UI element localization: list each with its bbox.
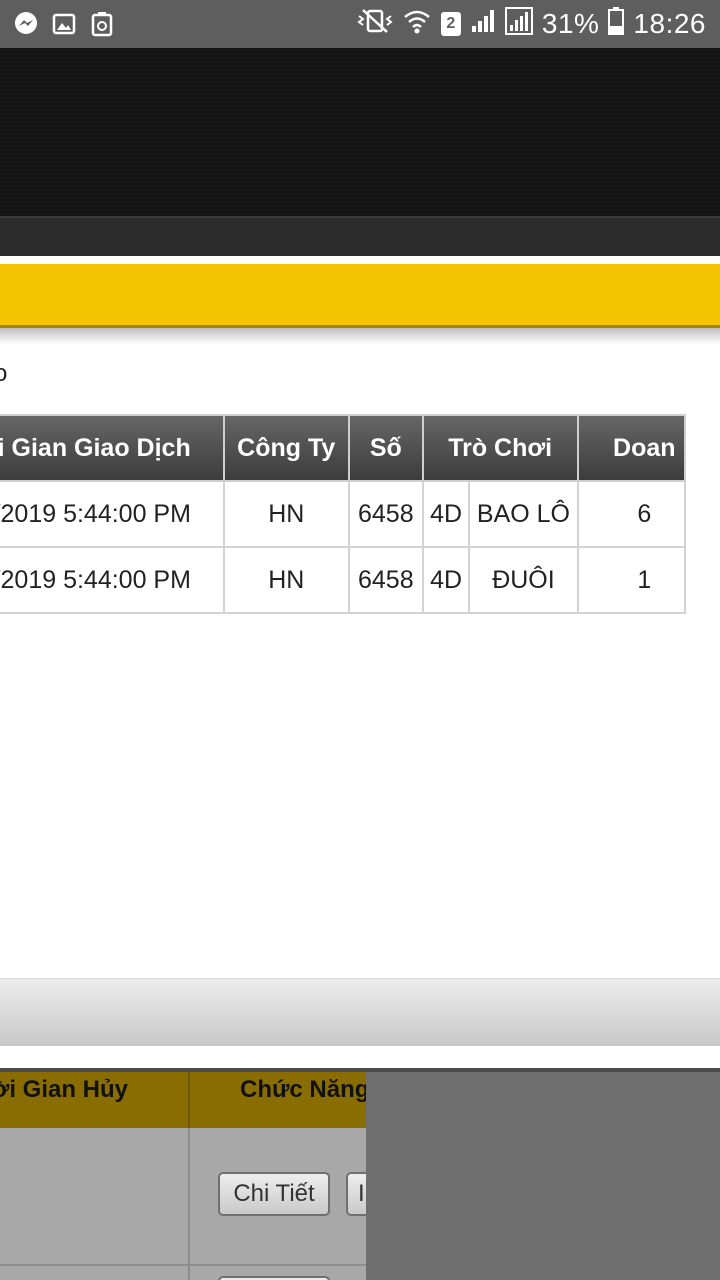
- column-header-number[interactable]: Số: [347, 414, 424, 482]
- app-header: [0, 48, 720, 216]
- column-header-transaction-time[interactable]: ời Gian Giao Dịch: [0, 414, 225, 482]
- gallery-icon: [50, 10, 78, 38]
- cell-transaction-time: 9/2019 5:44:00 PM: [0, 546, 225, 614]
- column-header-company[interactable]: Công Ty: [222, 414, 350, 482]
- battery-percent: 31%: [541, 8, 600, 39]
- app-subheader: [0, 216, 720, 256]
- column-header-function[interactable]: Chức Năng: [192, 1072, 366, 1128]
- status-bar: 2 31% 18:26: [0, 0, 720, 48]
- column-header-game[interactable]: Trò Chơi: [421, 414, 579, 482]
- column-header-function-label: Chức Năng: [240, 1076, 366, 1103]
- table-row[interactable]: 9/2019 5:44:00 PM HN 6458 4D BAO LÔ 6: [0, 480, 687, 548]
- cell-company: HN: [222, 480, 350, 548]
- detail-button[interactable]: Chi Tiết: [218, 1172, 330, 1216]
- cell-game-type: 4D: [421, 480, 471, 548]
- column-header-cancel-time-label: ời Gian Hủy: [0, 1076, 128, 1103]
- row-divider: [0, 1264, 366, 1266]
- next-row-detail-button[interactable]: [218, 1276, 330, 1280]
- recycle-icon: [88, 10, 116, 38]
- battery-icon: [608, 6, 625, 42]
- cell-company: HN: [222, 546, 350, 614]
- transactions-table-container[interactable]: ời Gian Giao Dịch Công Ty Số Trò Chơi Do…: [0, 414, 720, 614]
- table-header-row: ời Gian Giao Dịch Công Ty Số Trò Chơi Do…: [0, 414, 687, 482]
- cancel-table-header: ời Gian Hủy Chức Năng: [0, 1072, 366, 1128]
- accent-bar: [0, 264, 720, 328]
- cell-number: 6458: [347, 480, 424, 548]
- sim-2-icon: 2: [440, 12, 461, 36]
- accent-bar-shadow: [0, 328, 720, 344]
- signal-icon-2: [504, 6, 533, 42]
- clock: 18:26: [633, 8, 706, 39]
- mute-vibrate-icon: [357, 8, 393, 41]
- table-row[interactable]: 9/2019 5:44:00 PM HN 6458 4D ĐUÔI 1: [0, 546, 687, 614]
- footer-bar: [0, 978, 720, 1046]
- cell-game-name: BAO LÔ: [468, 480, 579, 548]
- cancel-table-body: Chi Tiết I: [0, 1128, 386, 1280]
- column-divider: [188, 1128, 190, 1280]
- cell-revenue: 1: [576, 546, 687, 614]
- status-bar-notifications: [12, 10, 116, 38]
- status-bar-system: 2 31% 18:26: [357, 6, 706, 42]
- cell-transaction-time: 9/2019 5:44:00 PM: [0, 480, 225, 548]
- edge-text-fragment: o: [0, 360, 8, 387]
- cell-game-type: 4D: [421, 546, 471, 614]
- column-header-cancel-time[interactable]: ời Gian Hủy: [0, 1072, 190, 1128]
- wifi-icon: [402, 7, 432, 42]
- column-header-revenue[interactable]: Doan: [576, 414, 687, 482]
- cell-number: 6458: [347, 546, 424, 614]
- dim-overlay: [366, 1072, 720, 1280]
- cell-revenue: 6: [576, 480, 687, 548]
- cell-game-name: ĐUÔI: [468, 546, 579, 614]
- messenger-icon: [12, 10, 40, 38]
- transactions-table: ời Gian Giao Dịch Công Ty Số Trò Chơi Do…: [0, 414, 687, 614]
- signal-icon: [470, 8, 496, 41]
